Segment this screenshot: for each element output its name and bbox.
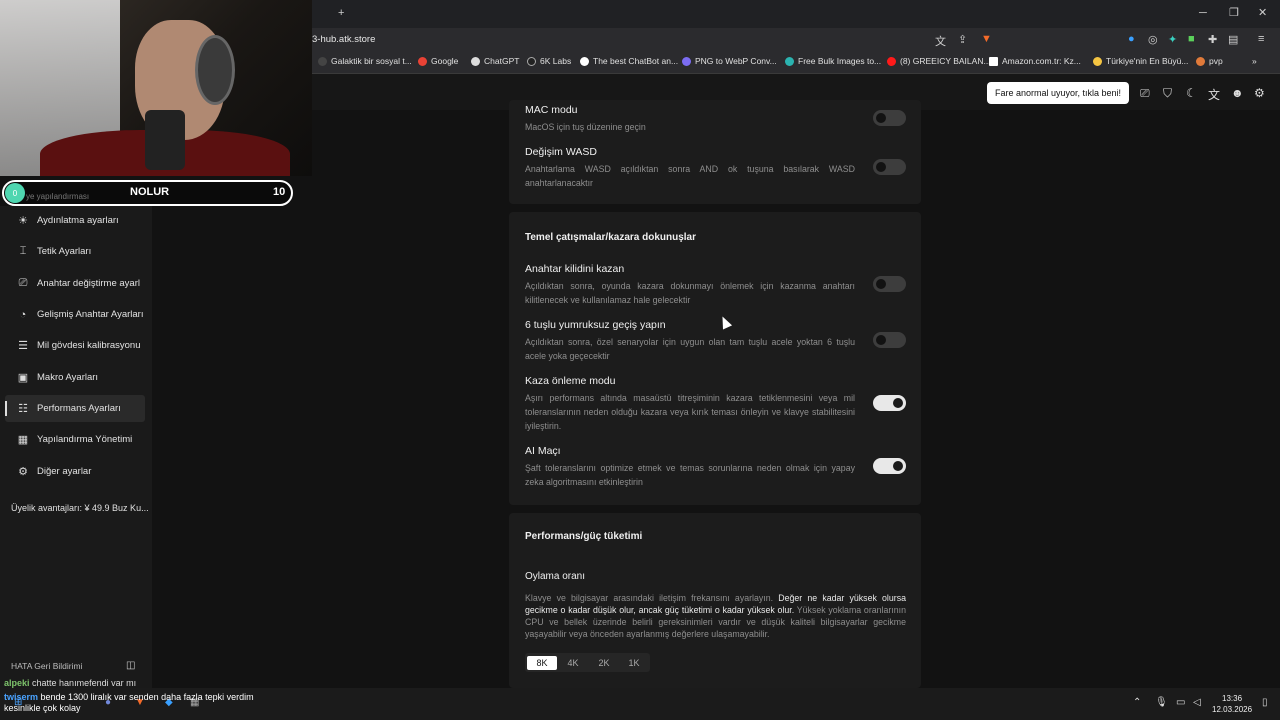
extension-icon[interactable]: ● (1128, 33, 1135, 45)
extension-icon[interactable]: ✦ (1168, 33, 1177, 46)
polling-rate-option[interactable]: 4K (558, 656, 588, 670)
tray-chevron-icon[interactable]: ⌃ (1133, 697, 1141, 708)
sidebar-item-lighting[interactable]: ☀ Aydınlatma ayarları (5, 207, 145, 234)
address-bar[interactable]: 3-hub.atk.store (312, 34, 375, 45)
collapse-sidebar-icon[interactable]: ◫ (126, 660, 135, 671)
bookmark-item[interactable]: The best ChatBot an... (580, 56, 678, 66)
section-title: Performans/güç tüketimi (525, 531, 643, 542)
sidebar-item-config-management[interactable]: ▦ Yapılandırma Yönetimi (5, 426, 145, 453)
sidebar-faded-label: ye yapılandırması (26, 192, 90, 201)
sidebar-item-advanced-keys[interactable]: ◔ Gelişmiş Anahtar Ayarları (5, 301, 145, 328)
polling-rate-option[interactable]: 8K (527, 656, 557, 670)
moon-icon[interactable]: ☾ (1186, 86, 1197, 100)
setting-title: 6 tuşlu yumruksuz geçiş yapın (525, 319, 666, 331)
menu-icon[interactable]: ≡ (1258, 33, 1264, 45)
gear-icon: ⚙ (18, 466, 28, 478)
brave-shield-icon[interactable]: ▼ (981, 33, 992, 45)
extension-icon[interactable]: ■ (1188, 33, 1195, 45)
polling-rate-option[interactable]: 2K (589, 656, 619, 670)
keyboard-icon: ⎚ (18, 277, 28, 289)
bookmark-item[interactable]: ChatGPT (471, 56, 519, 66)
bookmark-item[interactable]: Türkiye'nin En Büyü... (1093, 56, 1188, 66)
share-icon[interactable]: ⇪ (958, 33, 967, 46)
setting-title: Kaza önleme modu (525, 375, 616, 387)
setting-title: Oylama oranı (525, 571, 586, 582)
sidebar-toggle-icon[interactable]: ▤ (1228, 33, 1238, 46)
language-icon[interactable]: 文 (1208, 86, 1220, 103)
bookmark-item[interactable]: Galaktik bir sosyal t... (318, 56, 412, 66)
puzzle-icon[interactable]: ✚ (1208, 33, 1217, 46)
setting-description: Açıldıktan sonra, oyunda kazara dokunmay… (525, 281, 855, 305)
setting-title: MAC modu (525, 104, 578, 116)
accident-prevention-toggle[interactable] (873, 395, 906, 411)
calibration-icon: ☰ (18, 340, 28, 352)
setting-title: AI Maçı (525, 445, 561, 457)
user-icon[interactable]: ☻ (1231, 86, 1244, 100)
minimize-icon[interactable]: ─ (1199, 7, 1207, 19)
system-clock[interactable]: 13:36 12.03.2026 (1212, 693, 1252, 715)
bookmark-item[interactable]: Free Bulk Images to... (785, 56, 881, 66)
sliders-icon: ☷ (18, 403, 28, 415)
sidebar-item-macro[interactable]: ▣ Makro Ayarları (5, 364, 145, 391)
setting-description: Açıldıktan sonra, özel senaryolar için u… (525, 337, 855, 361)
macro-icon: ▣ (17, 372, 29, 384)
setting-title: Anahtar kilidini kazan (525, 263, 625, 275)
six-key-rollover-toggle[interactable] (873, 332, 906, 348)
bookmark-item[interactable]: pvp (1196, 56, 1223, 66)
microphone-icon[interactable]: 🎙 (1155, 697, 1168, 708)
bookmarks-more[interactable]: » (1252, 56, 1257, 66)
ai-match-toggle[interactable] (873, 458, 906, 474)
setting-title: Değişim WASD (525, 146, 597, 158)
notification-icon[interactable]: ▯ (1262, 697, 1268, 708)
advanced-icon: ◔ (19, 308, 27, 321)
membership-link[interactable]: Üyelik avantajları: ¥ 49.9 Buz Ku... (11, 503, 149, 513)
bookmark-item[interactable]: (8) GREEICY BAILAN... (887, 56, 991, 66)
setting-description: Aşırı performans altında masaüstü titreş… (525, 393, 855, 431)
chat-message: twiserm bende 1300 liralık var senden da… (4, 692, 254, 713)
shirt-icon[interactable]: ⛉ (1163, 86, 1172, 101)
setting-description: Klavye ve bilgisayar arasındaki iletişim… (525, 593, 906, 639)
grid-icon: ▦ (17, 434, 29, 446)
mac-mode-toggle[interactable] (873, 110, 906, 126)
polling-rate-option[interactable]: 1K (619, 656, 649, 670)
overlay-counter-circle: 0 (5, 183, 25, 203)
maximize-icon[interactable]: ❐ (1229, 6, 1239, 19)
setting-description: MacOS için tuş düzenine geçin (525, 122, 646, 132)
setting-description: Anahtarlama WASD açıldıktan sonra AND ok… (525, 164, 855, 188)
sidebar-item-performance[interactable]: ☷ Performans Ayarları (5, 395, 145, 422)
wasd-swap-toggle[interactable] (873, 159, 906, 175)
sidebar-item-trigger[interactable]: ⌶ Tetik Ayarları (5, 238, 145, 265)
sidebar-item-key-switch[interactable]: ⎚ Anahtar değiştirme ayarl (5, 270, 145, 297)
screen-icon[interactable]: ⎚ (1140, 86, 1150, 101)
notice-button[interactable]: Fare anormal uyuyor, tıkla beni! (987, 82, 1129, 104)
network-icon[interactable]: ▭ (1176, 697, 1185, 708)
setting-description: Şaft toleranslarını optimize etmek ve te… (525, 463, 855, 487)
new-tab-button[interactable]: + (338, 7, 344, 19)
chat-message: alpeki chatte hanımefendi var mı (4, 678, 137, 688)
translate-icon[interactable]: 文 (935, 33, 946, 49)
bookmark-item[interactable]: Google (418, 56, 458, 66)
webcam-overlay (0, 0, 312, 176)
sidebar-item-other-settings[interactable]: ⚙ Diğer ayarlar (5, 458, 145, 485)
section-title: Temel çatışmalar/kazara dokunuşlar (525, 232, 697, 243)
bookmark-item[interactable]: 6K Labs (527, 56, 571, 66)
sun-icon: ☀ (18, 215, 28, 227)
win-key-lock-toggle[interactable] (873, 276, 906, 292)
bookmark-item[interactable]: Amazon.com.tr: Kz... (989, 56, 1081, 66)
trigger-icon: ⌶ (19, 245, 27, 257)
volume-icon[interactable]: ◁ (1193, 697, 1201, 708)
settings-gear-icon[interactable]: ⚙ (1254, 86, 1265, 100)
overlay-number: 10 (273, 186, 286, 198)
sidebar-item-calibration[interactable]: ☰ Mil gövdesi kalibrasyonu (5, 332, 145, 359)
overlay-title: NOLUR (130, 186, 170, 198)
close-icon[interactable]: ✕ (1258, 6, 1267, 19)
bug-feedback-link[interactable]: HATA Geri Bildirimi (11, 661, 82, 671)
bookmark-item[interactable]: PNG to WebP Conv... (682, 56, 777, 66)
extension-icon[interactable]: ◎ (1148, 33, 1158, 46)
